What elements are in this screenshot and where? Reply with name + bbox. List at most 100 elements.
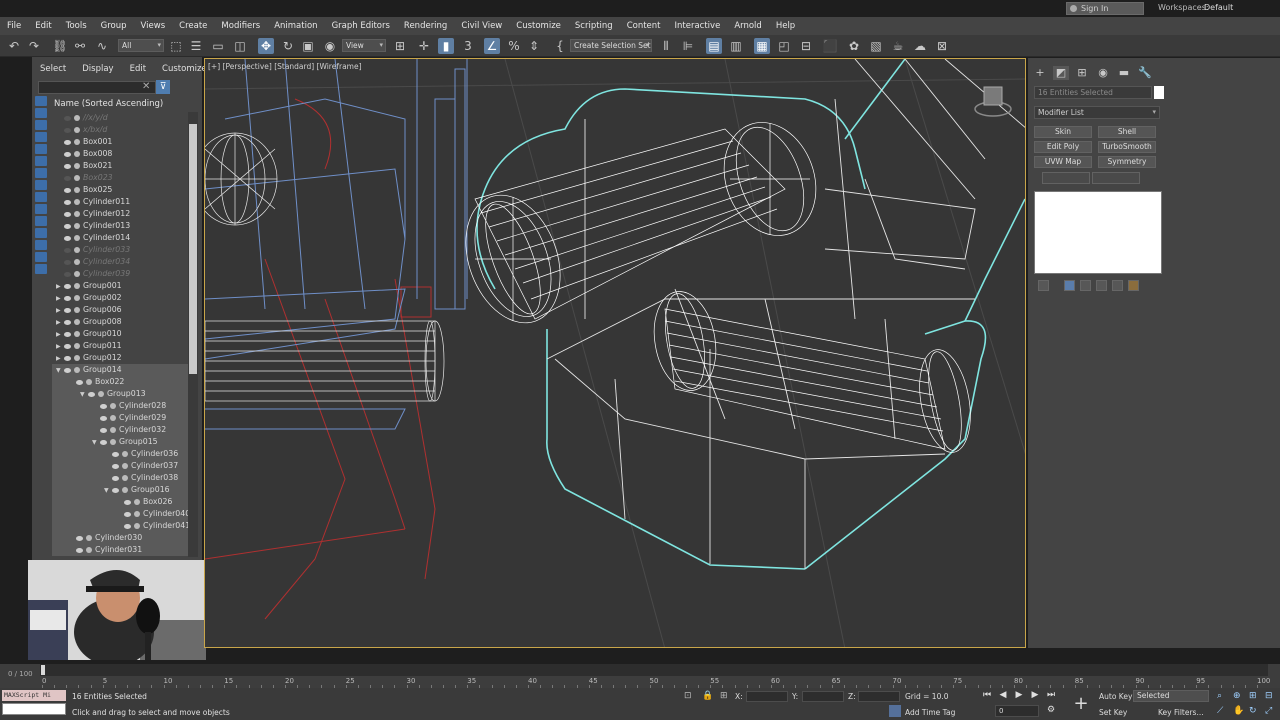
next-frame-icon[interactable]: ▶ (1028, 690, 1042, 700)
turbosmooth-button[interactable]: TurboSmooth (1098, 141, 1156, 153)
menu-arnold[interactable]: Arnold (727, 21, 769, 31)
explorer-filter-icon[interactable] (35, 144, 47, 154)
key-selection-dropdown[interactable]: Selected (1133, 690, 1209, 702)
visibility-eye-icon[interactable] (76, 379, 83, 385)
explorer-filter-icon[interactable] (35, 252, 47, 262)
collapse-icon[interactable]: ▼ (80, 389, 88, 400)
remove-modifier-icon[interactable] (1096, 280, 1107, 291)
expand-icon[interactable]: ▶ (56, 329, 64, 340)
visibility-eye-icon[interactable] (64, 283, 71, 289)
z-coordinate-field[interactable] (858, 691, 900, 702)
key-filters-button[interactable]: Key Filters... (1158, 708, 1204, 717)
set-key-button[interactable]: Set Key (1099, 708, 1127, 717)
toggle-layer-explorer-icon[interactable]: ▥ (728, 38, 744, 54)
tree-row[interactable]: Cylinder030 (52, 532, 198, 544)
tree-row[interactable]: Cylinder036 (52, 448, 198, 460)
tree-row[interactable]: Cylinder013 (52, 220, 198, 232)
named-selection-set-dropdown[interactable]: Create Selection Set (570, 39, 652, 52)
utilities-tab-icon[interactable]: 🔧 (1137, 66, 1153, 80)
tree-row[interactable]: ▼ Group014 (52, 364, 198, 376)
percent-snap-icon[interactable]: % (506, 38, 522, 54)
selection-filter-dropdown[interactable]: All (118, 39, 164, 52)
visibility-eye-icon[interactable] (112, 475, 119, 481)
tree-row[interactable]: ▼ Group015 (52, 436, 198, 448)
menu-graph-editors[interactable]: Graph Editors (325, 21, 397, 31)
window-crossing-icon[interactable]: ◫ (232, 38, 248, 54)
visibility-eye-icon[interactable] (112, 463, 119, 469)
tree-row[interactable]: Cylinder038 (52, 472, 198, 484)
schematic-view-icon[interactable]: ⊟ (798, 38, 814, 54)
visibility-eye-icon[interactable] (64, 127, 71, 133)
tree-row[interactable]: Cylinder029 (52, 412, 198, 424)
lock-selection-icon[interactable]: 🔒 (702, 691, 713, 701)
zoom-extents-all-icon[interactable]: ⊟ (1265, 691, 1273, 701)
visibility-eye-icon[interactable] (64, 235, 71, 241)
pin-stack-icon[interactable] (1038, 280, 1049, 291)
visibility-eye-icon[interactable] (64, 247, 71, 253)
visibility-eye-icon[interactable] (64, 163, 71, 169)
visibility-eye-icon[interactable] (112, 487, 119, 493)
tree-row[interactable]: Cylinder014 (52, 232, 198, 244)
create-tab-icon[interactable]: + (1032, 66, 1048, 80)
tree-row[interactable]: x/bx/d (52, 124, 198, 136)
absolute-offset-icon[interactable]: ⊞ (720, 691, 728, 701)
select-move-icon[interactable]: ✥ (258, 38, 274, 54)
link-icon[interactable]: ⛓ (52, 38, 68, 54)
manipulate-icon[interactable]: ✛ (416, 38, 432, 54)
tree-row[interactable]: Cylinder041 (52, 520, 198, 532)
tree-row[interactable]: Box025 (52, 184, 198, 196)
maxscript-input[interactable] (2, 703, 66, 715)
tree-row[interactable]: Cylinder028 (52, 400, 198, 412)
visibility-eye-icon[interactable] (64, 115, 71, 121)
reference-coordinate-dropdown[interactable]: View (342, 39, 386, 52)
zoom-extents-icon[interactable]: ⊞ (1249, 691, 1257, 701)
expand-icon[interactable]: ▶ (56, 317, 64, 328)
explorer-filter-icon[interactable] (35, 192, 47, 202)
tree-row[interactable]: Box022 (52, 376, 198, 388)
menu-modifiers[interactable]: Modifiers (214, 21, 267, 31)
toggle-ribbon-icon[interactable]: ▦ (754, 38, 770, 54)
edit-poly-button[interactable]: Edit Poly (1034, 141, 1092, 153)
symmetry-button[interactable]: Symmetry (1098, 156, 1156, 168)
menu-help[interactable]: Help (769, 21, 802, 31)
tree-row[interactable]: Cylinder040 (52, 508, 198, 520)
set-keys-icon[interactable]: + (1071, 692, 1091, 716)
visibility-eye-icon[interactable] (64, 151, 71, 157)
snaps-toggle-icon[interactable]: 3 (460, 38, 476, 54)
menu-content[interactable]: Content (620, 21, 668, 31)
visibility-eye-icon[interactable] (124, 499, 131, 505)
menu-rendering[interactable]: Rendering (397, 21, 454, 31)
menu-tools[interactable]: Tools (59, 21, 94, 31)
tree-row[interactable]: Cylinder032 (52, 424, 198, 436)
visibility-eye-icon[interactable] (64, 355, 71, 361)
keyboard-shortcut-override-icon[interactable]: ▮ (438, 38, 454, 54)
time-slider-track[interactable] (40, 664, 1268, 676)
shell-button[interactable]: Shell (1098, 126, 1156, 138)
explorer-filter-icon[interactable] (35, 240, 47, 250)
visibility-eye-icon[interactable] (64, 139, 71, 145)
explorer-filter-icon[interactable] (35, 108, 47, 118)
tree-row[interactable]: Cylinder031 (52, 544, 198, 556)
tree-row[interactable]: Cylinder033 (52, 244, 198, 256)
tree-row[interactable]: Box023 (52, 172, 198, 184)
tree-row[interactable]: ▶ Group006 (52, 304, 198, 316)
go-to-start-icon[interactable]: ⏮ (980, 690, 994, 700)
current-frame-field[interactable]: 0 (995, 705, 1039, 717)
menu-scripting[interactable]: Scripting (568, 21, 620, 31)
render-production-icon[interactable]: ☕ (890, 38, 906, 54)
tree-row[interactable]: //x/y/d (52, 112, 198, 124)
maxscript-listener[interactable]: MAXScript Mi (2, 690, 66, 701)
explorer-filter-icon[interactable] (35, 168, 47, 178)
x-coordinate-field[interactable] (746, 691, 788, 702)
undo-icon[interactable]: ↶ (6, 38, 22, 54)
explorer-filter-icon[interactable] (35, 264, 47, 274)
auto-key-button[interactable]: Auto Key (1099, 692, 1132, 701)
tree-row[interactable]: ▼ Group016 (52, 484, 198, 496)
select-scale-icon[interactable]: ▣ (300, 38, 316, 54)
angle-snap-icon[interactable]: ∠ (484, 38, 500, 54)
tree-row[interactable]: Box001 (52, 136, 198, 148)
visibility-eye-icon[interactable] (100, 439, 107, 445)
previous-frame-icon[interactable]: ◀ (996, 690, 1010, 700)
visibility-eye-icon[interactable] (64, 331, 71, 337)
expand-icon[interactable]: ▶ (56, 341, 64, 352)
